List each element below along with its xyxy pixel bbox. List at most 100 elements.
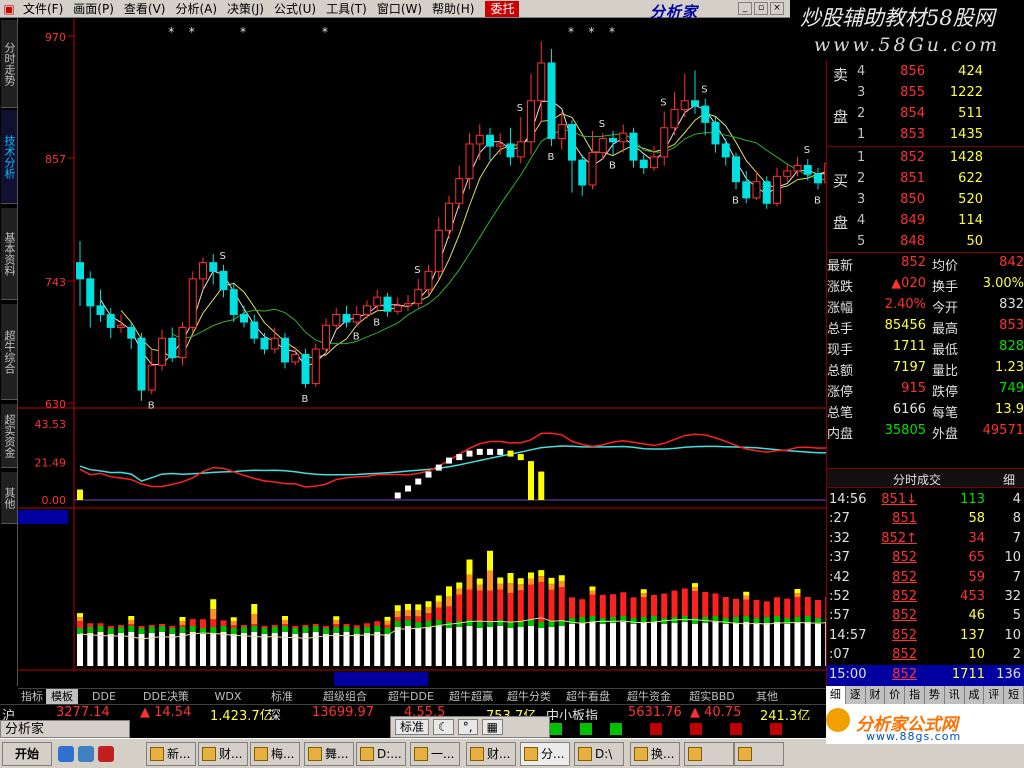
indicator-tab-8[interactable]: 超牛超赢 xyxy=(442,689,500,705)
indicator-tab-4[interactable]: WDX xyxy=(202,689,254,705)
fund-bar-segment xyxy=(323,628,329,634)
left-tab-1[interactable]: 技术分析 xyxy=(1,110,17,204)
app-quicklaunch-icon[interactable] xyxy=(98,746,114,762)
menu-item-0[interactable]: 文件(F) xyxy=(18,0,68,18)
fund-bar-segment xyxy=(353,625,360,628)
menu-item-4[interactable]: 决策(J) xyxy=(222,0,269,18)
taskbar-task-4[interactable]: D:... xyxy=(356,742,406,766)
right-tab-1[interactable]: 逐 xyxy=(846,686,866,704)
delegate-button[interactable]: 委托 xyxy=(485,0,520,17)
taskbar-task-10[interactable] xyxy=(684,742,734,766)
menu-item-5[interactable]: 公式(U) xyxy=(269,0,321,18)
left-tab-4[interactable]: 超实资金 xyxy=(1,404,17,468)
menu-item-2[interactable]: 查看(V) xyxy=(119,0,171,18)
fund-bar-segment xyxy=(189,626,196,632)
left-tab-5[interactable]: 其他 xyxy=(1,472,17,524)
taskbar-task-6[interactable]: 财... xyxy=(466,742,516,766)
right-tab-3[interactable]: 价 xyxy=(885,686,906,704)
fund-bar-segment xyxy=(671,623,678,666)
ticks-header[interactable]: 分时成交 细 xyxy=(827,468,1024,488)
ie-icon[interactable] xyxy=(58,746,74,762)
indicator-tab-5[interactable]: 标准 xyxy=(254,689,310,705)
menu-items: 文件(F) 画面(P) 查看(V) 分析(A) 决策(J) 公式(U) 工具(T) 窗口(W)… xyxy=(18,0,479,18)
quote-row: 总笔 6166 每笔 13.9 xyxy=(827,400,1024,421)
indicator-tab-13[interactable]: 其他 xyxy=(744,689,790,705)
right-tab-8[interactable]: 评 xyxy=(984,686,1005,704)
menu-item-6[interactable]: 工具(T) xyxy=(321,0,372,18)
left-tab-0[interactable]: 分时走势 xyxy=(1,20,17,108)
indicator-tab-10[interactable]: 超牛看盘 xyxy=(558,689,618,705)
fund-bar-segment xyxy=(364,623,370,627)
chart-svg[interactable]: 970 857 743 630 S S S S S S S B B B B B B B B * * * * * * * 43.53 2… xyxy=(18,18,826,688)
indicator-tab-0[interactable]: 指标 xyxy=(18,689,46,705)
taskbar-task-9[interactable]: 换... xyxy=(630,742,680,766)
candle-body xyxy=(270,337,279,350)
menu-item-7[interactable]: 窗口(W) xyxy=(372,0,427,18)
fund-bar-segment xyxy=(692,591,698,618)
fund-bar-segment xyxy=(528,572,534,579)
indicator-tab-2[interactable]: DDE xyxy=(78,689,130,705)
taskbar-task-1[interactable]: 财... xyxy=(198,742,248,766)
taskbar-task-2[interactable]: 梅... xyxy=(250,742,300,766)
right-tab-0[interactable]: 细 xyxy=(826,686,846,704)
sell-level: 4 xyxy=(857,64,866,79)
desktop-icon[interactable] xyxy=(78,746,94,762)
restore-icon[interactable]: ▫ xyxy=(754,2,768,15)
taskbar-task-8[interactable]: D:\ xyxy=(574,742,624,766)
indicator-tab-6[interactable]: 超级组合 xyxy=(310,689,380,705)
ime-icon[interactable]: °, xyxy=(457,719,478,735)
task-app-icon xyxy=(634,747,648,761)
candle-body xyxy=(639,159,648,169)
fund-bar-segment xyxy=(107,628,114,634)
fund-bar-segment xyxy=(651,595,657,616)
fund-bar-segment xyxy=(630,618,637,624)
minimize-icon[interactable]: _ xyxy=(738,2,752,15)
indicator-tab-11[interactable]: 超牛资金 xyxy=(618,689,680,705)
taskbar-task-3[interactable]: 舞... xyxy=(304,742,354,766)
indicator-tab-3[interactable]: DDE决策 xyxy=(130,689,202,705)
indicator-tab-1[interactable]: 模板 xyxy=(46,689,78,705)
right-tab-4[interactable]: 指 xyxy=(905,686,925,704)
taskbar-task-7[interactable]: 分... xyxy=(520,742,570,766)
moon-icon[interactable]: ☾ xyxy=(433,719,454,735)
candle-body xyxy=(506,143,515,158)
right-tab-2[interactable]: 财 xyxy=(866,686,886,704)
taskbar-task-11[interactable] xyxy=(734,742,784,766)
tick-row: :42 852 59 7 xyxy=(827,568,1024,589)
fund-bar-segment xyxy=(435,595,442,602)
fund-bar-segment xyxy=(230,621,237,626)
indicator-tab-9[interactable]: 超牛分类 xyxy=(500,689,558,705)
fund-bar-segment xyxy=(692,583,698,588)
taskbar-task-0[interactable]: 新... xyxy=(146,742,196,766)
indicator-tab-7[interactable]: 超牛DDE xyxy=(380,689,442,705)
fund-bar-segment xyxy=(384,634,391,666)
start-button[interactable]: 开始 xyxy=(2,742,52,766)
fund-bar-segment xyxy=(159,624,165,626)
analysis-window-title[interactable]: 分析家 xyxy=(0,720,130,738)
fund-bar-segment xyxy=(210,619,217,627)
star-marker: * xyxy=(168,25,174,39)
quote-label: 均价 xyxy=(932,259,959,274)
menu-item-8[interactable]: 帮助(H) xyxy=(427,0,479,18)
buy-signal-marker: B xyxy=(814,195,821,206)
left-tab-2[interactable]: 基本资料 xyxy=(1,208,17,300)
ticks-detail-toggle[interactable]: 细 xyxy=(1003,471,1015,488)
tick-time: 14:56 xyxy=(829,492,867,507)
menu-item-1[interactable]: 画面(P) xyxy=(68,0,119,18)
quote-value: 915 xyxy=(901,381,926,396)
left-tab-3[interactable]: 超牛综合 xyxy=(1,304,17,400)
right-tab-6[interactable]: 讯 xyxy=(945,686,965,704)
task-app-icon xyxy=(470,747,484,761)
menu-item-3[interactable]: 分析(A) xyxy=(170,0,222,18)
keyboard-icon[interactable]: ▦ xyxy=(481,719,503,735)
app-icon[interactable]: ▣ xyxy=(0,1,18,17)
indicator-tab-12[interactable]: 超实BBD xyxy=(680,689,744,705)
right-tab-9[interactable]: 短 xyxy=(1004,686,1024,704)
taskbar-task-5[interactable]: 一... xyxy=(410,742,460,766)
chart-area[interactable]: 970 857 743 630 S S S S S S S B B B B B B B B * * * * * * * 43.53 2… xyxy=(18,18,826,688)
std-button[interactable]: 标准 xyxy=(395,719,430,735)
close-icon[interactable]: × xyxy=(770,2,784,15)
right-tab-5[interactable]: 势 xyxy=(925,686,945,704)
right-tab-7[interactable]: 成 xyxy=(965,686,985,704)
fund-bar-segment xyxy=(230,628,237,634)
